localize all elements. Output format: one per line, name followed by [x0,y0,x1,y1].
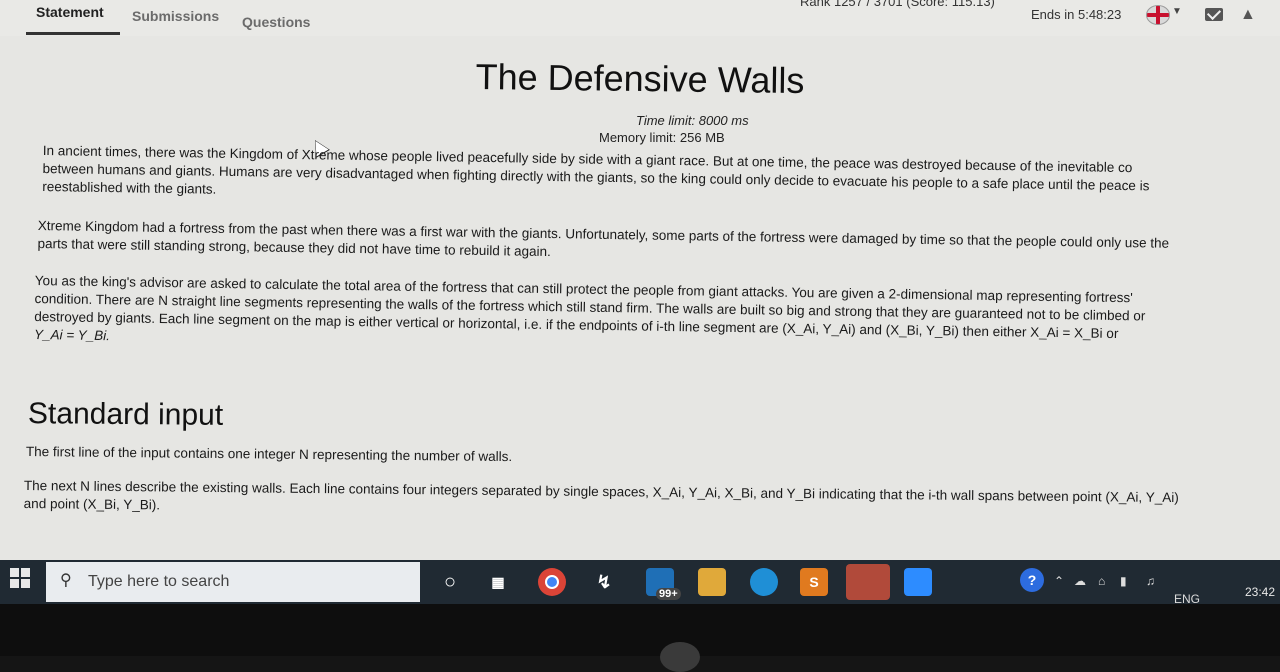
mail-badge: 99+ [656,588,681,600]
cortana-icon[interactable]: ○ [436,568,464,596]
clock-time: 23:42 [1244,585,1275,599]
statement-paragraph-1: In ancient times, there was the Kingdom … [42,142,1258,215]
chrome-icon[interactable] [538,568,566,596]
file-explorer-icon[interactable] [698,568,726,596]
edge-icon[interactable] [750,568,778,596]
help-icon[interactable]: ? [1020,568,1044,592]
statement-paragraph-3: You as the king's advisor are asked to c… [34,272,1250,363]
task-view-icon[interactable]: ▦ [484,568,512,596]
tab-questions[interactable]: Questions [242,14,310,30]
sublime-icon[interactable]: S [800,568,828,596]
memory-limit: Memory limit: 256 MB [599,130,725,145]
statement-line: The first line of the input contains one… [25,443,513,465]
search-icon: ⚲ [60,572,72,589]
standard-input-heading: Standard input [27,397,224,432]
windows-taskbar: ⚲ Type here to search ○ ▦ ↯ 99+ S ? ⌃ ☁ … [0,560,1280,616]
hp-logo [660,642,700,672]
statement-paragraph-2: Xtreme Kingdom had a fortress from the p… [37,217,1252,272]
taskbar-search-input[interactable]: ⚲ Type here to search [46,562,420,602]
bell-icon[interactable]: ▲ [1240,6,1256,24]
contest-countdown: Ends in 5:48:23 [1031,7,1122,22]
language-flag-icon[interactable] [1146,5,1170,25]
time-limit: Time limit: 8000 ms [636,113,749,128]
tab-submissions[interactable]: Submissions [132,8,219,24]
onedrive-icon[interactable]: ☁ [1074,574,1086,588]
monitor-bezel [0,604,1280,656]
lightning-app-icon[interactable]: ↯ [590,568,618,596]
zoom-icon[interactable] [904,568,932,596]
problem-title: The Defensive Walls [475,55,805,102]
input-paragraph-1: The first line of the input contains one… [26,443,1241,474]
volume-icon[interactable]: ♫ [1146,574,1155,588]
search-placeholder: Type here to search [88,573,230,590]
mail-icon[interactable] [1205,8,1223,21]
browser-viewport: Statement Submissions Questions Rank 125… [0,0,1280,560]
chevron-down-icon[interactable]: ▼ [1172,6,1182,17]
active-tab-indicator [26,32,120,35]
active-app-icon[interactable] [846,564,890,600]
windows-start-icon[interactable] [10,568,30,588]
input-paragraph-2: The next N lines describe the existing w… [24,477,1239,526]
problem-navbar: Statement Submissions Questions Rank 125… [0,0,1280,36]
chevron-up-icon[interactable]: ⌃ [1054,574,1064,588]
battery-icon[interactable]: ▮ [1120,574,1127,588]
tab-statement[interactable]: Statement [36,4,104,20]
network-icon[interactable]: ⌂ [1098,574,1105,588]
rank-score-text: Rank 1257 / 3701 (Score: 115.13) [800,0,995,9]
